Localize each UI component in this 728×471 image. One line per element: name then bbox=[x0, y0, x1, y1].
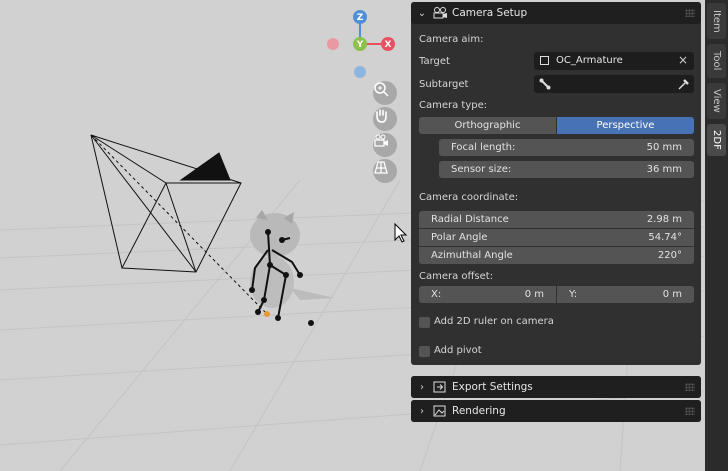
hand-icon bbox=[376, 109, 387, 123]
chevron-right-icon: › bbox=[420, 405, 424, 417]
ruler-label: Add 2D ruler on camera bbox=[434, 316, 554, 327]
tab-tool[interactable]: Tool bbox=[707, 44, 726, 78]
rendering-header[interactable]: › Rendering bbox=[411, 400, 701, 422]
pan-button[interactable] bbox=[373, 107, 397, 131]
x-axis-label: X bbox=[385, 40, 392, 50]
sidebar-tabs: Item Tool View 2DF bbox=[705, 0, 728, 471]
camera-view-button[interactable] bbox=[373, 133, 397, 157]
drag-grip-icon[interactable] bbox=[685, 407, 695, 415]
camera-type-label: Camera type: bbox=[419, 100, 488, 111]
subtarget-field[interactable] bbox=[534, 75, 694, 93]
focal-length-value: 50 mm bbox=[646, 142, 682, 153]
tab-view-label: View bbox=[711, 89, 722, 113]
bone-icon bbox=[539, 78, 551, 90]
ruler-checkbox[interactable] bbox=[419, 317, 430, 328]
mouse-cursor bbox=[394, 222, 408, 243]
offset-y-value: 0 m bbox=[662, 289, 682, 300]
tab-2df-label: 2DF bbox=[711, 130, 722, 150]
export-icon bbox=[433, 381, 446, 393]
camera-setup-panel: ⌄ Camera Setup Camera aim: Target OC_Arm… bbox=[411, 2, 701, 365]
camera-icon bbox=[374, 134, 388, 147]
character-model[interactable] bbox=[249, 210, 335, 326]
tab-tool-label: Tool bbox=[711, 51, 722, 71]
azimuthal-angle-value: 220° bbox=[657, 250, 682, 261]
drag-grip-icon[interactable] bbox=[685, 383, 695, 391]
export-settings-panel: › Export Settings bbox=[411, 376, 701, 398]
target-label: Target bbox=[419, 56, 450, 67]
offset-x-label: X: bbox=[431, 289, 442, 300]
radial-distance-slider[interactable]: Radial Distance 2.98 m bbox=[419, 211, 694, 228]
tab-item[interactable]: Item bbox=[707, 3, 726, 39]
camera-setup-title: Camera Setup bbox=[452, 7, 528, 19]
clear-target-icon[interactable]: × bbox=[678, 53, 688, 67]
focal-length-slider[interactable]: Focal length: 50 mm bbox=[439, 139, 694, 156]
neg-x-axis-handle[interactable] bbox=[327, 38, 339, 50]
subtarget-label: Subtarget bbox=[419, 79, 469, 90]
offset-y-field[interactable]: Y: 0 m bbox=[557, 286, 694, 303]
sensor-size-label: Sensor size: bbox=[451, 164, 512, 175]
camera-offset-label: Camera offset: bbox=[419, 271, 494, 282]
tab-2df[interactable]: 2DF bbox=[707, 124, 726, 156]
polar-angle-label: Polar Angle bbox=[431, 232, 488, 243]
image-icon bbox=[433, 405, 446, 417]
offset-x-value: 0 m bbox=[524, 289, 544, 300]
object-icon bbox=[540, 56, 549, 65]
camera-setup-icon bbox=[433, 7, 447, 19]
perspective-option[interactable]: Perspective bbox=[557, 117, 694, 134]
offset-y-label: Y: bbox=[569, 289, 578, 300]
export-settings-header[interactable]: › Export Settings bbox=[411, 376, 701, 398]
sensor-size-value: 36 mm bbox=[646, 164, 682, 175]
drag-grip-icon[interactable] bbox=[685, 9, 695, 17]
pivot-label: Add pivot bbox=[434, 345, 482, 356]
target-field[interactable]: OC_Armature × bbox=[534, 52, 694, 70]
grid-icon bbox=[374, 161, 388, 174]
offset-x-field[interactable]: X: 0 m bbox=[419, 286, 556, 303]
orthographic-option[interactable]: Orthographic bbox=[419, 117, 556, 134]
sensor-size-slider[interactable]: Sensor size: 36 mm bbox=[439, 161, 694, 178]
eyedropper-icon[interactable] bbox=[677, 78, 689, 90]
focal-length-label: Focal length: bbox=[451, 142, 516, 153]
rendering-panel: › Rendering bbox=[411, 400, 701, 422]
camera-aim-label: Camera aim: bbox=[419, 34, 484, 45]
camera-object[interactable] bbox=[90, 134, 266, 313]
tab-view[interactable]: View bbox=[707, 83, 726, 119]
zoom-button[interactable] bbox=[373, 81, 397, 105]
polar-angle-value: 54.74° bbox=[648, 232, 682, 243]
axis-gizmo[interactable]: Z X Y bbox=[327, 10, 395, 78]
polar-angle-slider[interactable]: Polar Angle 54.74° bbox=[419, 229, 694, 246]
ortho-toggle-button[interactable] bbox=[373, 159, 397, 183]
radial-distance-label: Radial Distance bbox=[431, 214, 509, 225]
camera-coordinate-label: Camera coordinate: bbox=[419, 192, 519, 203]
export-settings-title: Export Settings bbox=[452, 381, 533, 393]
pivot-checkbox[interactable] bbox=[419, 346, 430, 357]
chevron-down-icon: ⌄ bbox=[417, 7, 427, 19]
zoom-icon bbox=[374, 82, 389, 97]
rendering-title: Rendering bbox=[452, 405, 506, 417]
y-axis-label: Y bbox=[356, 40, 364, 50]
neg-z-axis-handle[interactable] bbox=[354, 66, 366, 78]
z-axis-label: Z bbox=[357, 13, 364, 23]
tab-item-label: Item bbox=[711, 9, 722, 33]
chevron-right-icon: › bbox=[420, 381, 424, 393]
azimuthal-angle-label: Azimuthal Angle bbox=[431, 250, 513, 261]
camera-setup-header[interactable]: ⌄ Camera Setup bbox=[411, 2, 701, 24]
azimuthal-angle-slider[interactable]: Azimuthal Angle 220° bbox=[419, 247, 694, 264]
target-value: OC_Armature bbox=[556, 55, 623, 66]
radial-distance-value: 2.98 m bbox=[646, 214, 682, 225]
